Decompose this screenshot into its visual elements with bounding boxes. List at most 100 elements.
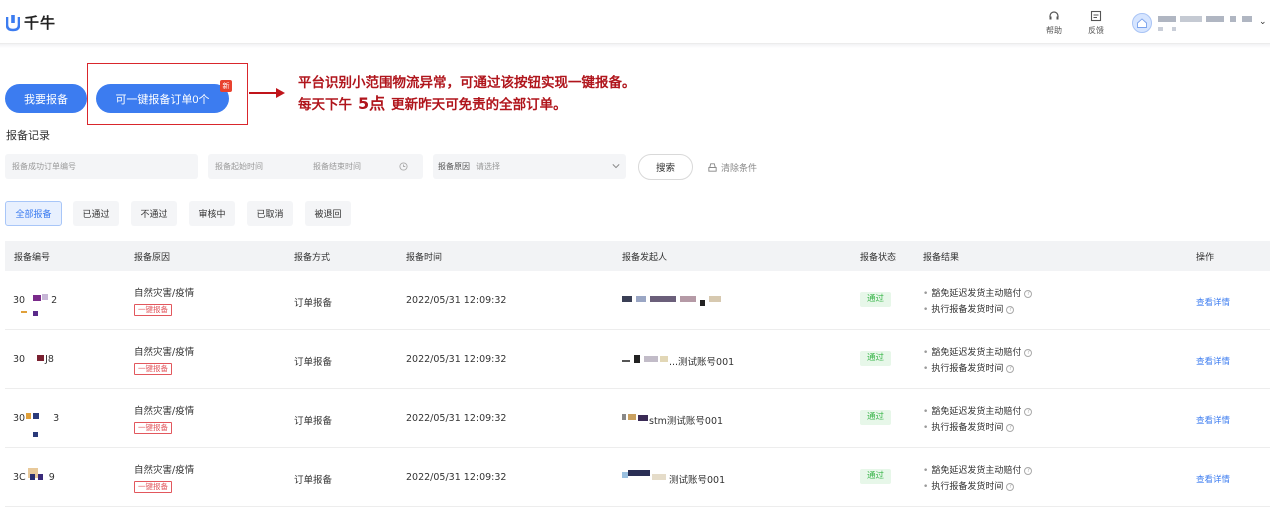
redacted-block [33,295,41,301]
help-button[interactable]: 帮助 [1040,10,1068,36]
initiator-text: stm测试账号001 [649,416,724,427]
redacted-block [33,311,38,316]
redacted-block [33,413,39,419]
feedback-button[interactable]: 反馈 [1082,10,1110,36]
status-badge: 通过 [860,469,891,484]
view-details-link[interactable]: 查看详情 [1196,473,1230,485]
tab-all[interactable]: 全部报备 [5,201,62,226]
annotation-highlight-time: 5点 [358,94,386,113]
reason-placeholder: 请选择 [476,162,500,171]
home-icon [1137,18,1147,28]
view-details-link[interactable]: 查看详情 [1196,355,1230,367]
new-badge: 新 [220,80,232,92]
redacted-initiator [628,470,650,476]
report-id-end: 9 [48,472,55,483]
redacted-initiator [650,296,676,302]
date-range-picker[interactable]: 报备起始时间 报备结束时间 [208,154,423,179]
help-circle-icon[interactable]: ? [1006,305,1015,314]
result-text: 执行报备发货时间 [931,364,1004,374]
result-text: 执行报备发货时间 [931,482,1004,492]
help-circle-icon[interactable]: ? [1006,364,1015,373]
username-redacted [1172,27,1176,31]
username-redacted [1206,16,1224,22]
report-id-start: 30 [13,413,26,424]
result-item: • 豁免延迟发货主动赔付? [923,345,1033,358]
annotation-line-1: 平台识别小范围物流异常，可通过该按钮实现一键报备。 [298,75,636,91]
result-text: 豁免延迟发货主动赔付 [931,348,1022,358]
end-date-placeholder: 报备结束时间 [313,162,361,171]
col-status: 报备状态 [860,253,897,263]
order-number-input[interactable]: 报备成功订单编号 [5,154,198,179]
redacted-block [42,294,48,300]
reason-label: 报备原因 [438,162,470,171]
help-circle-icon[interactable]: ? [1006,423,1015,432]
help-circle-icon[interactable]: ? [1006,482,1015,491]
search-button[interactable]: 搜索 [638,154,693,180]
headset-icon [1049,11,1059,20]
help-circle-icon[interactable]: ? [1024,407,1033,416]
redacted-initiator [700,300,705,306]
result-text: 执行报备发货时间 [931,305,1004,315]
report-button[interactable]: 我要报备 [5,84,87,113]
report-method: 订单报备 [294,416,333,427]
reason-select[interactable]: 报备原因 请选择 [433,154,626,179]
feedback-icon [1090,10,1102,22]
result-item: • 执行报备发货时间? [923,420,1015,433]
tab-rejected[interactable]: 不通过 [131,201,177,226]
report-time: 2022/05/31 12:09:32 [406,472,507,483]
report-reason: 自然灾害/疫情 [134,406,195,417]
help-circle-icon[interactable]: ? [1024,289,1033,298]
redacted-initiator [652,474,666,480]
redacted-initiator [709,296,721,302]
result-item: • 豁免延迟发货主动赔付? [923,286,1033,299]
tab-approved[interactable]: 已通过 [73,201,119,226]
annotation-prefix: 每天下午 [298,97,352,113]
user-avatar[interactable] [1132,13,1152,33]
result-text: 执行报备发货时间 [931,423,1004,433]
redacted-initiator [622,296,632,302]
clear-filters-button[interactable]: 清除条件 [707,161,757,174]
logo-icon [6,14,20,31]
view-details-link[interactable]: 查看详情 [1196,414,1230,426]
col-action: 操作 [1196,253,1215,263]
report-reason: 自然灾害/疫情 [134,465,195,476]
view-details-link[interactable]: 查看详情 [1196,296,1230,308]
help-circle-icon[interactable]: ? [1024,348,1033,357]
username-redacted [1230,16,1236,22]
col-method: 报备方式 [294,253,331,263]
chevron-down-icon[interactable]: ⌄ [1259,17,1267,27]
redacted-initiator [622,414,626,420]
brand-name: 千牛 [24,14,57,32]
result-text: 豁免延迟发货主动赔付 [931,407,1022,417]
report-id-start: 3C [13,472,26,483]
order-number-placeholder: 报备成功订单编号 [12,162,76,171]
tab-cancelled[interactable]: 已取消 [247,201,293,226]
report-time: 2022/05/31 12:09:32 [406,413,507,424]
username-redacted [1242,16,1252,22]
one-key-report-button[interactable]: 可一键报备订单0个 [96,84,229,113]
report-id-start: 30 [13,354,26,365]
help-circle-icon[interactable]: ? [1024,466,1033,475]
one-key-tag: 一键报备 [134,481,172,493]
annotation-arrow-head [276,88,285,98]
redacted-initiator [644,356,658,362]
report-id-end: 2 [51,295,58,306]
redacted-initiator [622,360,630,362]
table-row [5,448,1270,507]
redacted-block [26,413,31,419]
status-badge: 通过 [860,292,891,307]
clear-filters-label: 清除条件 [721,164,758,174]
status-badge: 通过 [860,351,891,366]
start-date-placeholder: 报备起始时间 [215,162,263,171]
tab-reviewing[interactable]: 审核中 [189,201,235,226]
section-title: 报备记录 [6,129,50,142]
col-reason: 报备原因 [134,253,171,263]
tab-returned[interactable]: 被退回 [305,201,351,226]
report-method: 订单报备 [294,475,333,486]
annotation-suffix: 更新昨天可免责的全部订单。 [391,97,567,113]
redacted-block [33,432,38,437]
report-method: 订单报备 [294,357,333,368]
feedback-label: 反馈 [1088,26,1104,35]
chevron-down-icon [612,164,620,169]
qianniu-logo[interactable]: 千牛 [6,12,56,33]
